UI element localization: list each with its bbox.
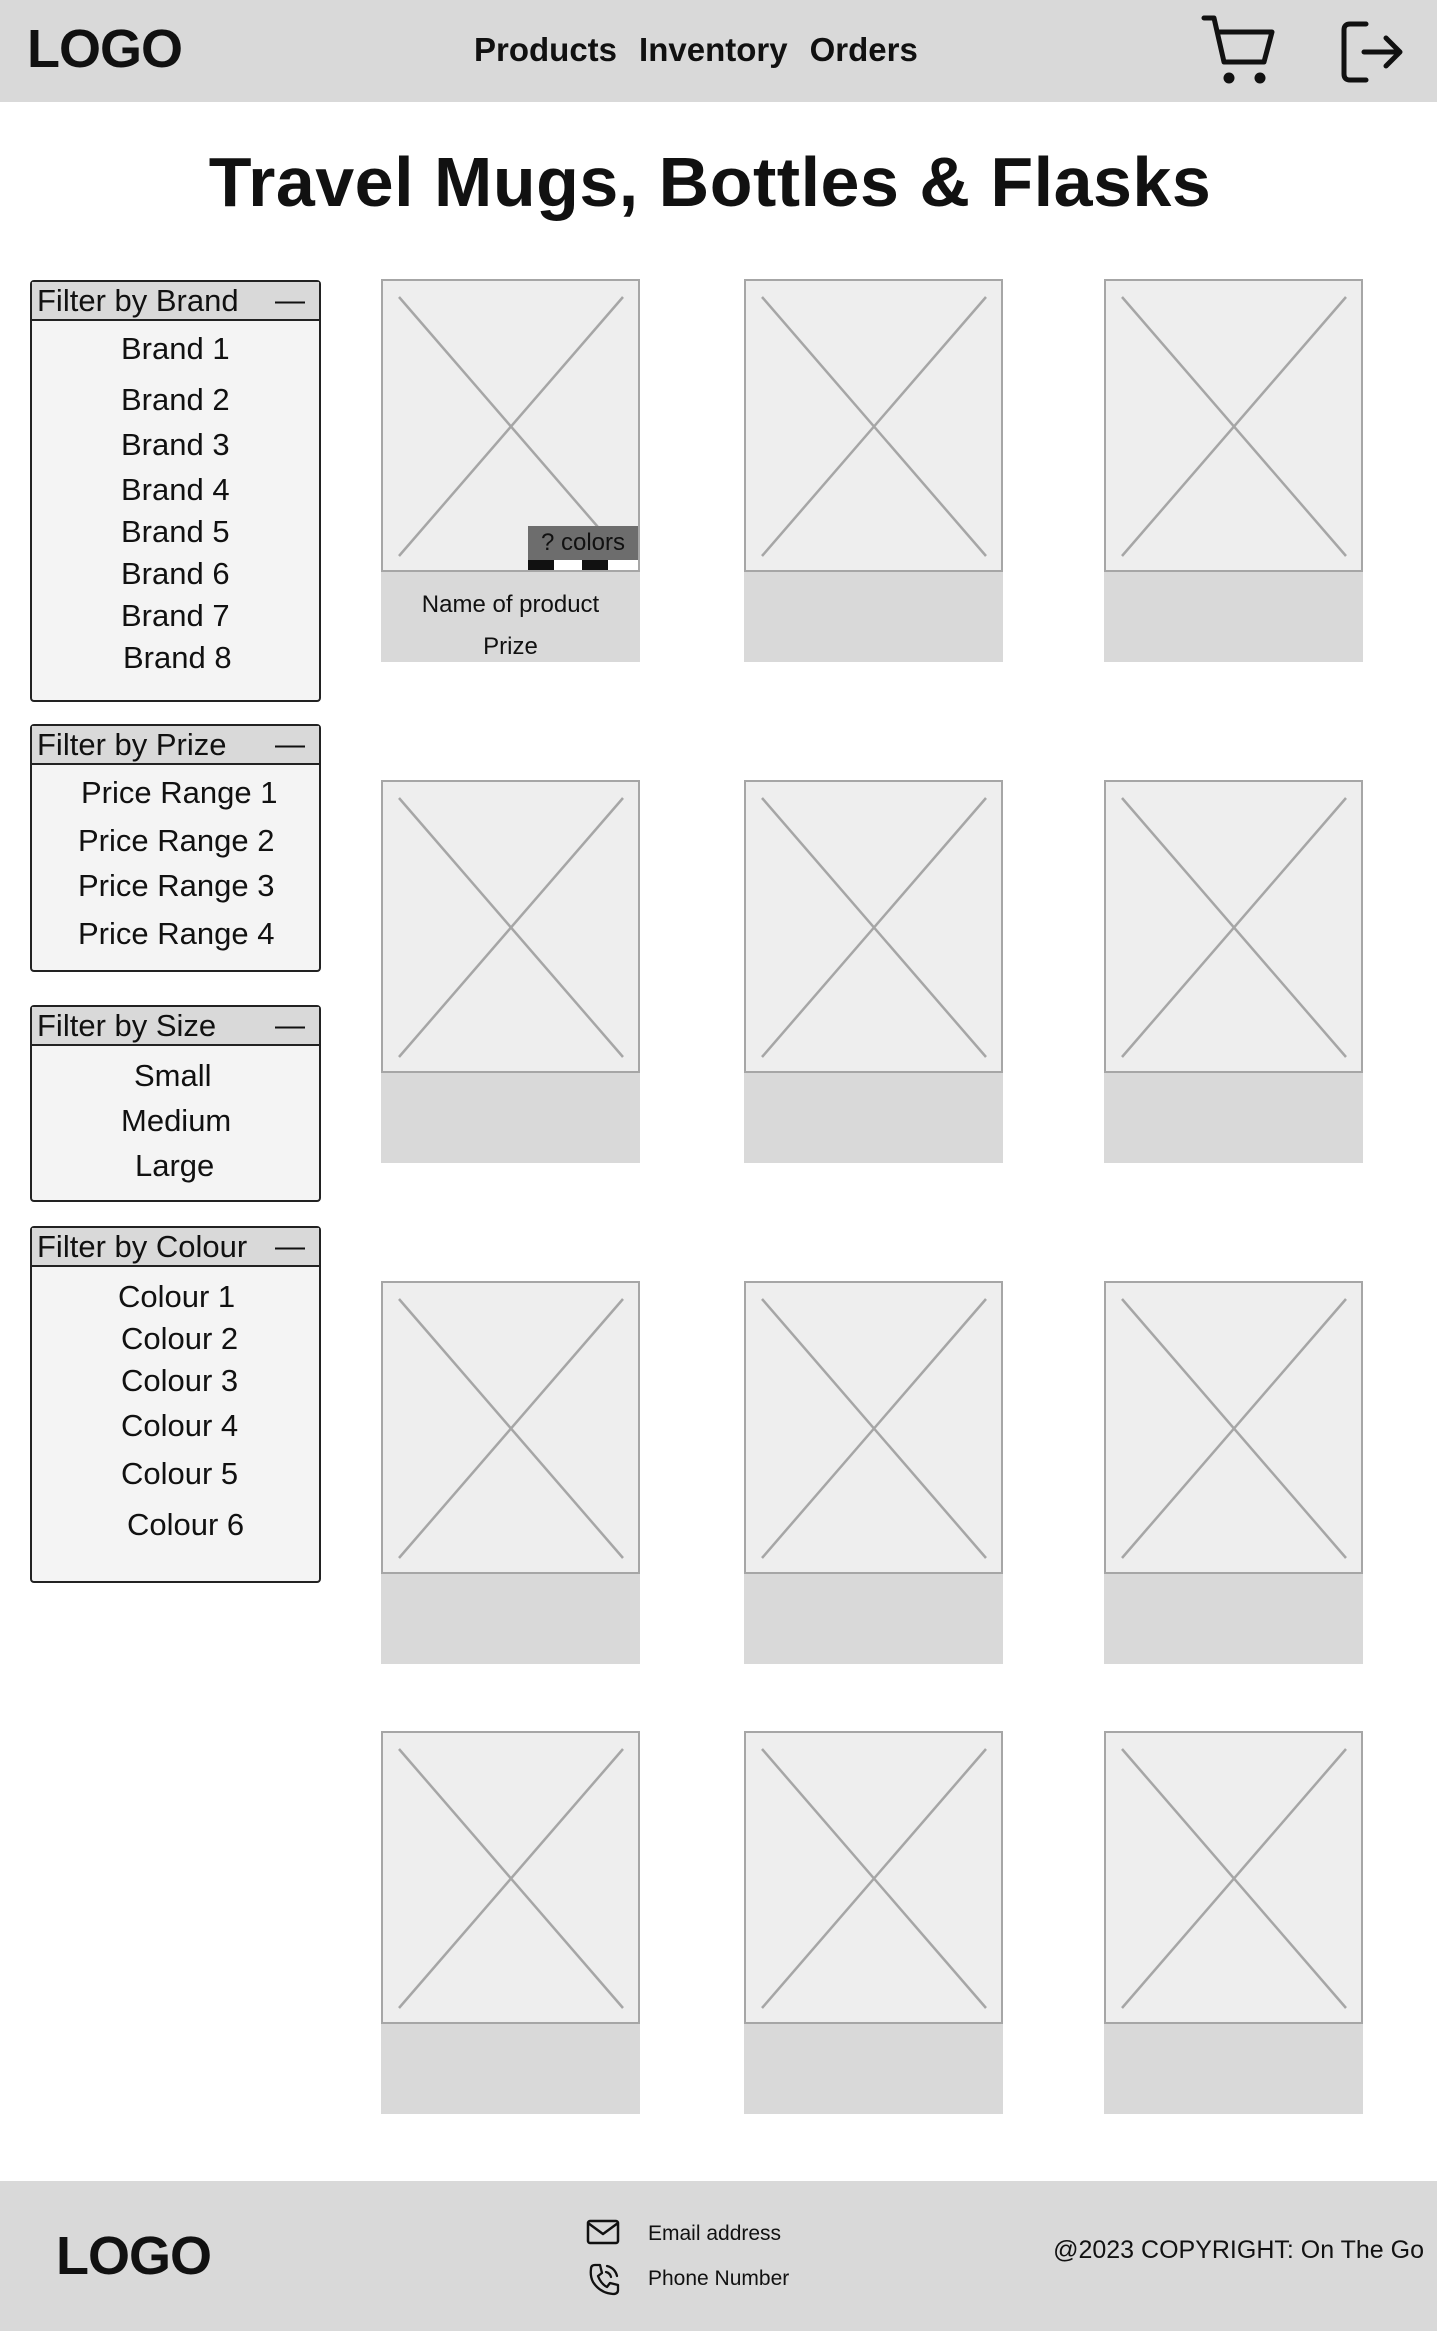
filter-option-brand-8[interactable]: Brand 8 bbox=[123, 640, 232, 676]
image-placeholder-icon bbox=[398, 797, 624, 1058]
collapse-icon[interactable]: — bbox=[275, 1232, 305, 1262]
shopping-cart-icon[interactable] bbox=[1200, 12, 1276, 88]
image-placeholder-icon bbox=[761, 1298, 987, 1559]
collapse-icon[interactable]: — bbox=[275, 1011, 305, 1041]
product-price: Prize bbox=[483, 633, 538, 660]
logout-icon[interactable] bbox=[1338, 18, 1406, 86]
filter-option-brand-3[interactable]: Brand 3 bbox=[121, 427, 230, 463]
footer: LOGO Email address Phone Number @2023 CO… bbox=[0, 2181, 1437, 2331]
image-placeholder-icon bbox=[761, 296, 987, 557]
product-image[interactable] bbox=[744, 1281, 1003, 1574]
filter-option-brand-2[interactable]: Brand 2 bbox=[121, 382, 230, 418]
product-card[interactable] bbox=[1104, 780, 1363, 1163]
filter-option-small[interactable]: Small bbox=[134, 1058, 212, 1094]
filter-option-price-4[interactable]: Price Range 4 bbox=[78, 916, 274, 952]
top-navbar: LOGO Products Inventory Orders bbox=[0, 0, 1437, 102]
product-card[interactable] bbox=[381, 1731, 640, 2114]
filter-colour-header[interactable]: Filter by Colour — bbox=[32, 1228, 319, 1267]
main-nav: Products Inventory Orders bbox=[474, 28, 918, 72]
image-placeholder-icon bbox=[398, 1298, 624, 1559]
filter-price: Filter by Prize — Price Range 1 Price Ra… bbox=[30, 724, 321, 972]
copyright-text: @2023 COPYRIGHT: On The Go bbox=[1053, 2236, 1424, 2264]
product-card[interactable] bbox=[1104, 279, 1363, 662]
footer-logo[interactable]: LOGO bbox=[56, 2227, 212, 2285]
product-image[interactable] bbox=[381, 1731, 640, 2024]
filter-option-price-1[interactable]: Price Range 1 bbox=[81, 775, 277, 811]
filter-option-brand-4[interactable]: Brand 4 bbox=[121, 472, 230, 508]
filter-option-colour-6[interactable]: Colour 6 bbox=[127, 1507, 244, 1543]
color-swatch[interactable] bbox=[528, 560, 554, 570]
product-card[interactable] bbox=[744, 1281, 1003, 1664]
footer-phone[interactable]: Phone Number bbox=[648, 2266, 789, 2292]
collapse-icon[interactable]: — bbox=[275, 730, 305, 760]
color-swatch[interactable] bbox=[582, 560, 608, 570]
image-placeholder-icon bbox=[1121, 1748, 1347, 2009]
filter-colour-title: Filter by Colour bbox=[37, 1229, 248, 1264]
product-image[interactable] bbox=[1104, 279, 1363, 572]
filter-price-header[interactable]: Filter by Prize — bbox=[32, 726, 319, 765]
colors-count-label: ? colors bbox=[540, 529, 626, 556]
color-swatches bbox=[528, 560, 638, 570]
product-image[interactable] bbox=[1104, 1731, 1363, 2024]
product-card[interactable] bbox=[744, 1731, 1003, 2114]
colors-badge[interactable]: ? colors bbox=[528, 526, 638, 570]
filter-option-colour-5[interactable]: Colour 5 bbox=[121, 1456, 238, 1492]
filter-brand-title: Filter by Brand bbox=[37, 283, 239, 318]
filter-size: Filter by Size — Small Medium Large bbox=[30, 1005, 321, 1202]
product-name[interactable]: Name of product bbox=[381, 591, 640, 619]
page-title: Travel Mugs, Bottles & Flasks bbox=[208, 143, 1212, 221]
filter-size-header[interactable]: Filter by Size — bbox=[32, 1007, 319, 1046]
product-image[interactable] bbox=[744, 1731, 1003, 2024]
image-placeholder-icon bbox=[1121, 296, 1347, 557]
product-card[interactable] bbox=[1104, 1731, 1363, 2114]
filter-price-title: Filter by Prize bbox=[37, 727, 227, 762]
product-image[interactable] bbox=[381, 1281, 640, 1574]
filter-option-large[interactable]: Large bbox=[135, 1148, 214, 1184]
logo[interactable]: LOGO bbox=[27, 20, 183, 78]
filter-option-colour-2[interactable]: Colour 2 bbox=[121, 1321, 238, 1357]
filter-brand: Filter by Brand — Brand 1 Brand 2 Brand … bbox=[30, 280, 321, 702]
filter-option-colour-3[interactable]: Colour 3 bbox=[121, 1363, 238, 1399]
product-card[interactable]: ? colors Name of product Prize bbox=[381, 279, 640, 662]
product-card[interactable] bbox=[744, 279, 1003, 662]
mail-icon bbox=[586, 2219, 620, 2245]
filter-option-brand-5[interactable]: Brand 5 bbox=[121, 514, 230, 550]
filter-option-colour-4[interactable]: Colour 4 bbox=[121, 1408, 238, 1444]
image-placeholder-icon bbox=[1121, 1298, 1347, 1559]
product-image[interactable] bbox=[1104, 1281, 1363, 1574]
filter-colour: Filter by Colour — Colour 1 Colour 2 Col… bbox=[30, 1226, 321, 1583]
image-placeholder-icon bbox=[398, 1748, 624, 2009]
product-card[interactable] bbox=[1104, 1281, 1363, 1664]
filter-option-brand-7[interactable]: Brand 7 bbox=[121, 598, 230, 634]
product-image[interactable] bbox=[1104, 780, 1363, 1073]
product-image[interactable] bbox=[381, 780, 640, 1073]
footer-email[interactable]: Email address bbox=[648, 2221, 781, 2247]
filter-option-brand-1[interactable]: Brand 1 bbox=[121, 331, 230, 367]
product-card[interactable] bbox=[381, 1281, 640, 1664]
product-image[interactable] bbox=[744, 279, 1003, 572]
filter-option-price-2[interactable]: Price Range 2 bbox=[78, 823, 274, 859]
product-image[interactable] bbox=[744, 780, 1003, 1073]
nav-products[interactable]: Products bbox=[474, 28, 617, 72]
image-placeholder-icon bbox=[1121, 797, 1347, 1058]
product-card[interactable] bbox=[744, 780, 1003, 1163]
product-card[interactable] bbox=[381, 780, 640, 1163]
filter-brand-header[interactable]: Filter by Brand — bbox=[32, 282, 319, 321]
phone-icon bbox=[589, 2263, 620, 2296]
image-placeholder-icon bbox=[761, 1748, 987, 2009]
filter-option-brand-6[interactable]: Brand 6 bbox=[121, 556, 230, 592]
product-image[interactable]: ? colors bbox=[381, 279, 640, 572]
filter-option-medium[interactable]: Medium bbox=[121, 1103, 231, 1139]
filter-option-price-3[interactable]: Price Range 3 bbox=[78, 868, 274, 904]
nav-orders[interactable]: Orders bbox=[810, 28, 918, 72]
nav-inventory[interactable]: Inventory bbox=[639, 28, 788, 72]
filter-option-colour-1[interactable]: Colour 1 bbox=[118, 1279, 235, 1315]
collapse-icon[interactable]: — bbox=[275, 286, 305, 316]
image-placeholder-icon bbox=[761, 797, 987, 1058]
filter-size-title: Filter by Size bbox=[37, 1008, 217, 1043]
